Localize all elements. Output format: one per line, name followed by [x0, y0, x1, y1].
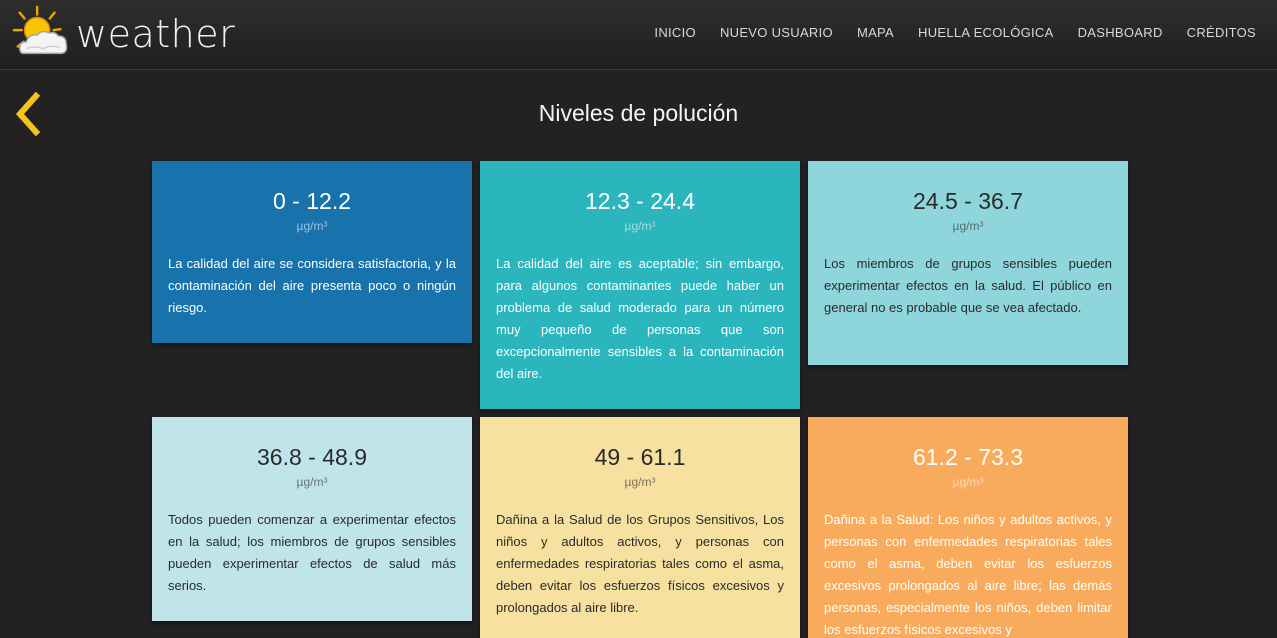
level-description: Todos pueden comenzar a experimentar efe… — [168, 512, 456, 593]
sun-cloud-icon — [12, 5, 68, 55]
level-unit: µg/m³ — [952, 475, 984, 489]
pollution-level-card: 12.3 - 24.4 µg/m³ La calidad del aire es… — [480, 161, 800, 409]
level-unit: µg/m³ — [296, 475, 328, 489]
level-range: 36.8 - 48.9 — [257, 444, 367, 470]
nav-item-mapa[interactable]: MAPA — [857, 25, 894, 40]
pollution-level-card: 0 - 12.2 µg/m³ La calidad del aire se co… — [152, 161, 472, 343]
level-description: La calidad del aire se considera satisfa… — [168, 256, 456, 315]
pollution-level-card: 61.2 - 73.3 µg/m³ Dañina a la Salud: Los… — [808, 417, 1128, 638]
level-range: 61.2 - 73.3 — [913, 444, 1023, 470]
level-unit: µg/m³ — [624, 475, 656, 489]
nav-item-dashboard[interactable]: DASHBOARD — [1078, 25, 1163, 40]
level-range: 12.3 - 24.4 — [585, 188, 695, 214]
level-unit: µg/m³ — [624, 219, 656, 233]
pollution-level-card: 24.5 - 36.7 µg/m³ Los miembros de grupos… — [808, 161, 1128, 365]
nav-item-nuevo-usuario[interactable]: NUEVO USUARIO — [720, 25, 833, 40]
nav-item-creditos[interactable]: CRÉDITOS — [1187, 25, 1256, 40]
level-description: La calidad del aire es aceptable; sin em… — [496, 256, 784, 381]
level-description: Dañina a la Salud: Los niños y adultos a… — [824, 512, 1112, 637]
brand[interactable]: weather — [10, 3, 235, 65]
nav-item-inicio[interactable]: INICIO — [654, 25, 696, 40]
nav-item-huella-ecologica[interactable]: HUELLA ECOLÓGICA — [918, 25, 1054, 40]
pollution-level-card: 49 - 61.1 µg/m³ Dañina a la Salud de los… — [480, 417, 800, 638]
page-title: Niveles de polución — [538, 100, 739, 126]
level-description: Los miembros de grupos sensibles pueden … — [824, 256, 1112, 315]
level-unit: µg/m³ — [296, 219, 328, 233]
level-unit: µg/m³ — [952, 219, 984, 233]
brand-name: weather — [76, 12, 236, 56]
level-description: Dañina a la Salud de los Grupos Sensitiv… — [496, 512, 784, 615]
pollution-level-card: 36.8 - 48.9 µg/m³ Todos pueden comenzar … — [152, 417, 472, 621]
navbar: weather INICIO NUEVO USUARIO MAPA HUELLA… — [0, 0, 1277, 70]
main-nav: INICIO NUEVO USUARIO MAPA HUELLA ECOLÓGI… — [630, 25, 1256, 40]
level-range: 49 - 61.1 — [594, 444, 686, 470]
level-range: 24.5 - 36.7 — [913, 188, 1023, 214]
level-range: 0 - 12.2 — [273, 188, 351, 214]
